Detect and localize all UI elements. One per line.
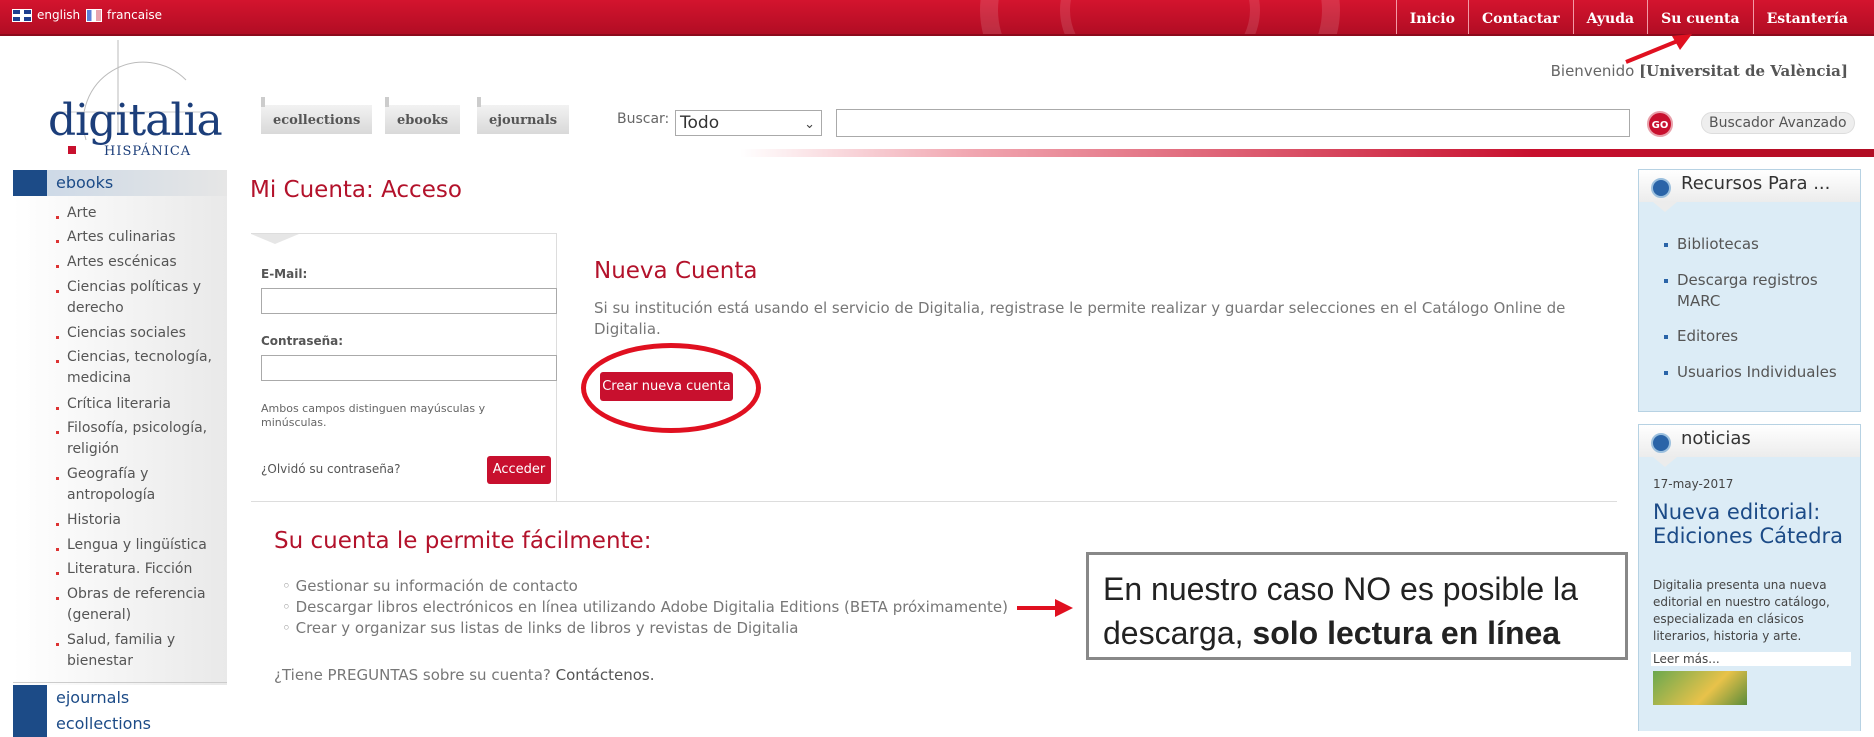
sidebar-item[interactable]: Arte: [56, 203, 227, 224]
sidebar-item[interactable]: Obras de referencia (general): [56, 584, 227, 626]
language-english[interactable]: english: [12, 8, 80, 22]
sidebar-item[interactable]: Geografía y antropología: [56, 464, 227, 506]
sidebar-item[interactable]: Crítica literaria: [56, 394, 227, 415]
refresh-icon: [1651, 178, 1671, 198]
annotation-ellipse: [581, 343, 761, 433]
header-divider: [740, 149, 1874, 157]
news-text: Digitalia presenta una nueva editorial e…: [1653, 578, 1830, 643]
sidebar-divider: [13, 682, 227, 683]
header-decoration: [1060, 0, 1260, 34]
nav-inicio[interactable]: Inicio: [1395, 0, 1468, 34]
sidebar-item[interactable]: Ciencias sociales: [56, 323, 227, 344]
welcome-institution: [Universitat de València]: [1639, 62, 1848, 80]
search-scope-select[interactable]: Todo ⌄: [675, 110, 822, 136]
news-thumbnail[interactable]: [1653, 671, 1747, 705]
nav-contactar[interactable]: Contactar: [1467, 0, 1573, 34]
sidebar-heading-label: ecollections: [56, 714, 151, 733]
sidebar: ebooks Arte Artes culinarias Artes escén…: [13, 170, 227, 737]
language-french-label: francaise: [107, 8, 163, 22]
sidebar-item[interactable]: Artes escénicas: [56, 252, 227, 273]
annotation-callout: En nuestro caso NO es posible la descarg…: [1086, 552, 1628, 660]
noticias-header: noticias: [1639, 425, 1860, 467]
read-more-link[interactable]: Leer más...: [1651, 652, 1851, 666]
preguntas-question: ¿Tiene PREGUNTAS sobre su cuenta?: [274, 666, 551, 684]
callout-bold-text: solo lectura en línea: [1252, 615, 1561, 651]
sidebar-item[interactable]: Historia: [56, 510, 227, 531]
search-label: Buscar:: [617, 111, 670, 127]
contact-link[interactable]: Contáctenos.: [556, 666, 655, 684]
tab-ejournals[interactable]: ejournals: [477, 97, 570, 134]
advanced-search-button[interactable]: Buscador Avanzado: [1701, 112, 1855, 134]
sidebar-item[interactable]: Ciencias, tecnología, medicina: [56, 347, 227, 389]
panel-notch: [1653, 457, 1677, 467]
sidebar-heading-label: ejournals: [56, 688, 130, 707]
welcome-prefix: Bienvenido: [1550, 62, 1635, 80]
language-english-label: english: [37, 8, 81, 22]
welcome-message: Bienvenido [Universitat de València]: [1551, 62, 1848, 80]
recursos-panel: Recursos Para ... Bibliotecas Descarga r…: [1638, 169, 1861, 412]
logo[interactable]: digitalia HISPÁNICA: [38, 40, 223, 165]
sidebar-item[interactable]: Filosofía, psicología, religión: [56, 418, 227, 460]
recursos-header: Recursos Para ...: [1639, 170, 1860, 212]
nav-estanteria[interactable]: Estantería: [1752, 0, 1874, 34]
case-sensitive-hint: Ambos campos distinguen mayúsculas y min…: [261, 402, 486, 429]
fr-flag-icon: [86, 8, 102, 22]
logo-text: digitalia: [48, 95, 223, 146]
sidebar-heading-ecollections[interactable]: ecollections: [13, 711, 227, 737]
list-item: Descargar libros electrónicos en línea u…: [282, 597, 1008, 618]
language-french[interactable]: francaise: [86, 8, 162, 22]
sidebar-item[interactable]: Artes culinarias: [56, 227, 227, 248]
sidebar-heading-ejournals[interactable]: ejournals: [13, 685, 227, 711]
sidebar-item[interactable]: Ciencias políticas y derecho: [56, 277, 227, 319]
forgot-password-link[interactable]: ¿Olvidó su contraseña?: [261, 462, 401, 476]
section-divider: [251, 501, 1617, 502]
news-date: 17-may-2017: [1653, 477, 1734, 491]
permite-title: Su cuenta le permite fácilmente:: [274, 528, 652, 554]
noticias-panel: noticias 17-may-2017 Nueva editorial: Ed…: [1638, 424, 1861, 731]
top-bar: english francaise Inicio Contactar Ayuda…: [0, 0, 1874, 36]
go-button[interactable]: GO: [1647, 111, 1673, 137]
logo-subtitle: HISPÁNICA: [104, 144, 192, 159]
list-item: Crear y organizar sus listas de links de…: [282, 618, 1008, 639]
search-input[interactable]: [836, 109, 1630, 137]
sidebar-item[interactable]: Salud, familia y bienestar: [56, 630, 227, 672]
uk-flag-icon: [12, 8, 32, 22]
sidebar-heading-ebooks[interactable]: ebooks: [13, 170, 227, 196]
recursos-link[interactable]: Usuarios Individuales: [1664, 362, 1857, 383]
preguntas-text: ¿Tiene PREGUNTAS sobre su cuenta? Contác…: [274, 666, 654, 684]
sidebar-item[interactable]: Lengua y lingüística: [56, 535, 227, 556]
recursos-link[interactable]: Bibliotecas: [1664, 234, 1857, 255]
sidebar-block-icon: [13, 685, 47, 711]
email-field[interactable]: [261, 288, 557, 314]
nueva-cuenta-text: Si su institución está usando el servici…: [594, 299, 1566, 338]
recursos-link[interactable]: Editores: [1664, 326, 1857, 347]
refresh-icon: [1651, 433, 1671, 453]
news-headline[interactable]: Nueva editorial: Ediciones Cátedra: [1653, 500, 1858, 548]
search-scope-value: Todo: [680, 113, 720, 133]
sidebar-block-icon: [13, 711, 47, 737]
recursos-link[interactable]: Descarga registros MARC: [1664, 270, 1857, 312]
login-notch: [251, 234, 299, 244]
sidebar-block-icon: [13, 170, 47, 196]
noticias-title: noticias: [1681, 428, 1751, 449]
password-field[interactable]: [261, 355, 557, 381]
email-label: E-Mail:: [261, 267, 308, 281]
login-form: E-Mail: Contraseña: Ambos campos disting…: [251, 233, 557, 501]
permite-list: Gestionar su información de contacto Des…: [282, 576, 1008, 639]
tab-ecollections[interactable]: ecollections: [261, 97, 373, 134]
logo-mark: [68, 146, 76, 154]
tab-ebooks[interactable]: ebooks: [385, 97, 461, 134]
panel-notch: [1653, 202, 1677, 212]
list-item: Gestionar su información de contacto: [282, 576, 1008, 597]
acceder-button[interactable]: Acceder: [487, 456, 551, 484]
page-title: Mi Cuenta: Acceso: [250, 177, 462, 203]
sidebar-heading-label: ebooks: [56, 173, 114, 192]
recursos-title: Recursos Para ...: [1681, 173, 1831, 194]
password-label: Contraseña:: [261, 334, 344, 348]
chevron-down-icon: ⌄: [804, 117, 815, 132]
annotation-arrow-icon: [1017, 599, 1073, 617]
sidebar-item[interactable]: Literatura. Ficción: [56, 559, 227, 580]
nueva-cuenta-title: Nueva Cuenta: [594, 258, 758, 284]
